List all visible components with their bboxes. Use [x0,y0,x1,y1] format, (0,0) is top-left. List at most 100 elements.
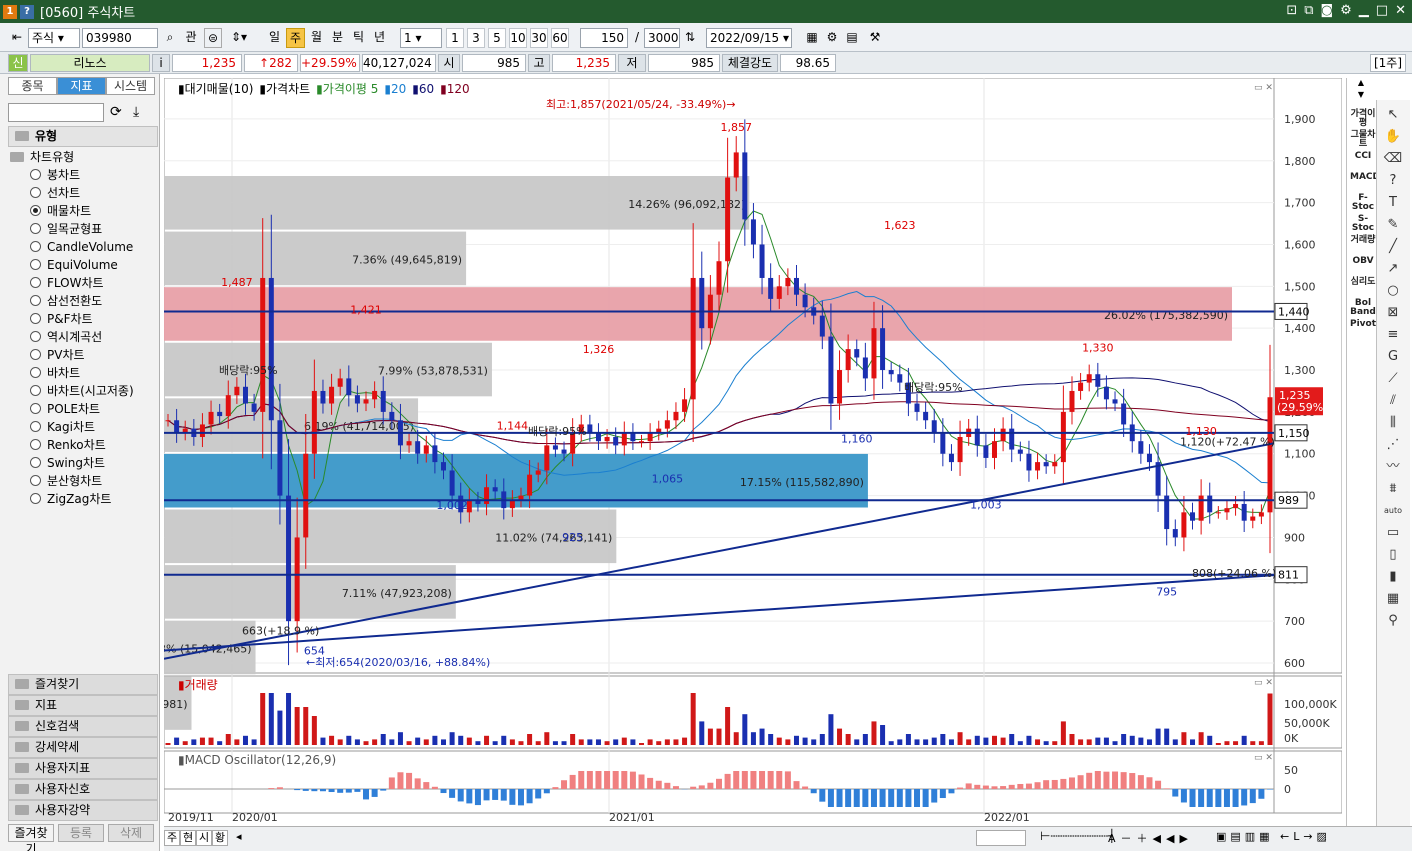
radio-icon[interactable] [30,457,41,468]
favorite-tab[interactable]: 등록 [58,824,104,842]
period-button[interactable]: 일 [265,28,284,48]
legend-item[interactable]: ▮가격이평 5 [316,82,378,96]
chart-type-option[interactable]: 매물차트 [8,202,158,220]
drawing-tool-icon[interactable]: ⩩ [1382,480,1404,498]
radio-icon[interactable] [30,493,41,504]
link-icon[interactable]: ⊡ [1286,3,1297,18]
chart-type-option[interactable]: 삼선전환도 [8,292,158,310]
legend-item[interactable]: ▮가격차트 [259,82,310,96]
quick-interval-button[interactable]: 60 [551,28,569,48]
indicator-shortcut[interactable]: 가격이평 [1350,110,1376,128]
panel-control-icons[interactable]: ▭ ✕ [1254,83,1273,93]
bottom-section[interactable]: 즐겨찾기 [8,674,158,695]
chart-type-option[interactable]: POLE차트 [8,400,158,418]
settings-icon[interactable]: ⚙ [1340,3,1352,18]
arrange-icon[interactable]: ⊜ [204,28,222,48]
updown-icon[interactable]: ⇕▾ [226,28,252,48]
drawing-tool-icon[interactable]: ✋ [1382,128,1404,146]
capture-icon[interactable]: ◙ [1321,3,1334,18]
view-icons[interactable]: ▣▤▥▦ [1216,830,1274,843]
chart-type-option[interactable]: CandleVolume [8,238,158,256]
indicator-shortcut[interactable]: 거래량 [1350,236,1376,245]
chart-type-option[interactable]: 봉차트 [8,166,158,184]
radio-icon[interactable] [30,187,41,198]
chart-type-option[interactable]: Renko차트 [8,436,158,454]
period-button[interactable]: 분 [328,28,347,48]
drawing-tool-icon[interactable]: ▭ [1382,524,1404,542]
legend-item[interactable]: ▮20 [384,82,406,96]
search-icon[interactable]: ⌕ [162,28,178,48]
favorite-tab[interactable]: 삭제 [108,824,154,842]
radio-icon[interactable] [30,331,41,342]
drawing-tool-icon[interactable]: ⫽ [1382,392,1404,410]
indicator-search-input[interactable] [8,103,104,122]
bottom-view-button[interactable]: 황 [212,830,228,846]
drawing-tool-icon[interactable]: ▦ [1382,590,1404,608]
settings-icon[interactable]: ⚙ [824,28,840,48]
drawing-tool-icon[interactable]: ↖ [1382,106,1404,124]
prev-stock-icon[interactable]: ⇤ [8,28,26,48]
bottom-view-button[interactable]: 현 [180,830,196,846]
panel-control-icons[interactable]: ▭ ✕ [1254,753,1273,763]
gwan-button[interactable]: 관 [182,28,200,48]
drawing-tool-icon[interactable]: ╱ [1382,238,1404,256]
drawing-tool-icon[interactable]: ⌫ [1382,150,1404,168]
navigation-icons[interactable]: A－＋◀◀▶ [1108,830,1193,846]
radio-icon[interactable] [30,367,41,378]
quick-interval-button[interactable]: 1 [446,28,464,48]
price-chart[interactable]: 1,9001,8001,7001,6001,5001,4001,3001,200… [164,78,1342,826]
indicator-shortcut[interactable]: S-Stoc [1350,215,1376,233]
quick-interval-button[interactable]: 10 [509,28,527,48]
indicator-shortcut[interactable]: CCI [1350,152,1376,161]
stock-code-input[interactable]: 039980 [82,28,158,48]
radio-icon[interactable] [30,385,41,396]
drawing-tool-icon[interactable]: ≡ [1382,326,1404,344]
chart-type-option[interactable]: 바차트(시고저종) [8,382,158,400]
drawing-tool-icon[interactable]: T [1382,194,1404,212]
drawing-tool-icon[interactable]: ⊠ [1382,304,1404,322]
indicator-shortcut[interactable]: Bol Band [1350,299,1376,317]
drawing-tool-icon[interactable]: ? [1382,172,1404,190]
chart-type-option[interactable]: 역시계곡선 [8,328,158,346]
radio-icon[interactable] [30,421,41,432]
date-select[interactable]: 2022/09/15 ▾ [706,28,792,48]
right-scrollbar[interactable]: ▲ ▼ 가격이평 그물차트 CCI MACD F-Stoc S-Stoc 거래량 OBV 심리도… [1346,78,1380,826]
radio-icon[interactable] [30,439,41,450]
info-icon[interactable]: i [152,54,170,72]
radio-icon[interactable] [30,403,41,414]
drawing-tool-icon[interactable]: ⫼ [1382,414,1404,432]
drawing-tool-icon[interactable]: ▮ [1382,568,1404,586]
bottom-section[interactable]: 사용자강약 [8,800,158,821]
radio-icon[interactable] [30,349,41,360]
chart-type-option[interactable]: P&F차트 [8,310,158,328]
stepper-icon[interactable]: ⇅ [682,28,698,48]
quick-interval-button[interactable]: 3 [467,28,485,48]
bottom-section[interactable]: 신호검색 [8,716,158,737]
save-icon[interactable]: ▤ [844,28,860,48]
drawing-tool-icon[interactable]: ▯ [1382,546,1404,564]
radio-icon[interactable] [30,241,41,252]
chart-type-option[interactable]: ZigZag차트 [8,490,158,508]
radio-icon[interactable] [30,475,41,486]
count-input[interactable]: 150 [580,28,628,48]
left-tab[interactable]: 종목 [8,77,57,95]
section-type[interactable]: 유형 [8,126,158,147]
maximize-icon[interactable]: □ [1376,3,1388,18]
period-button[interactable]: 주 [286,28,305,48]
period-button[interactable]: 틱 [349,28,368,48]
chart-type-option[interactable]: FLOW차트 [8,274,158,292]
chart-type-option[interactable]: 선차트 [8,184,158,202]
indicator-shortcut[interactable]: 심리도 [1350,278,1376,287]
copy-icon[interactable]: ⧉ [1304,3,1313,18]
quick-interval-button[interactable]: 5 [488,28,506,48]
drawing-tool-icon[interactable]: auto [1382,502,1404,520]
total-input[interactable]: 3000 [644,28,680,48]
chart-type-option[interactable]: PV차트 [8,346,158,364]
zoom-field[interactable] [976,830,1026,846]
drawing-tool-icon[interactable]: ↗ [1382,260,1404,278]
bottom-view-button[interactable]: 시 [196,830,212,846]
refresh-icon[interactable]: ⟳ [110,104,122,120]
help-icon[interactable]: ? [20,4,34,19]
drawing-tool-icon[interactable]: G [1382,348,1404,366]
chart-type-option[interactable]: 일목균형표 [8,220,158,238]
